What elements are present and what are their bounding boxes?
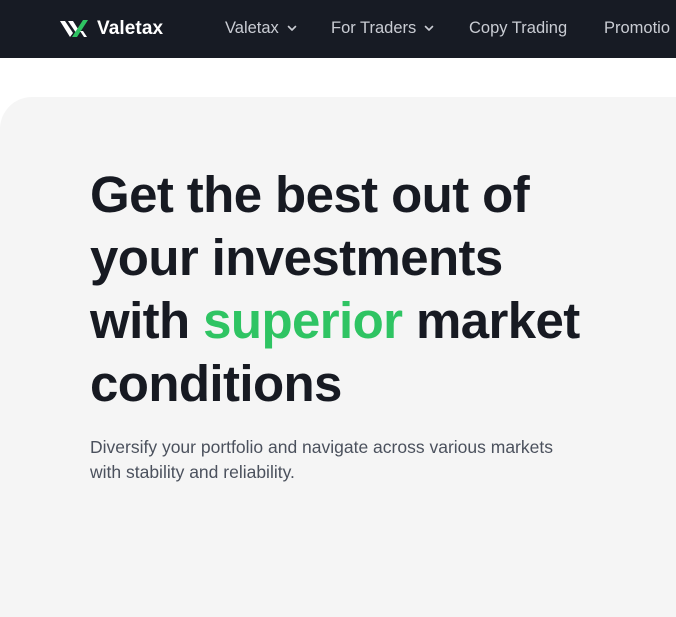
hero-headline: Get the best out of your investments with … [90,163,670,415]
top-navbar: Valetax Valetax For Traders Copy Trading… [0,0,676,58]
headline-line: conditions [90,355,342,412]
hero-subtext: Diversify your portfolio and navigate ac… [90,435,630,485]
valetax-logo-icon [60,20,88,37]
nav-item-promotions[interactable]: Promotio [604,19,670,38]
headline-line: market [402,292,580,349]
brand-logo-link[interactable]: Valetax [60,17,163,41]
headline-accent-word: superior [203,292,403,349]
nav-item-label: For Traders [331,19,417,37]
subtext-line: Diversify your portfolio and navigate ac… [90,437,553,457]
nav-item-copy-trading[interactable]: Copy Trading [469,19,567,38]
chevron-down-icon [287,25,297,31]
nav-item-label: Valetax [225,19,279,37]
chevron-down-icon [424,25,434,31]
nav-item-valetax[interactable]: Valetax [225,19,297,38]
nav-item-label: Promotio [604,19,671,37]
brand-name: Valetax [97,18,164,39]
subtext-line: with stability and reliability. [90,462,295,482]
nav-item-label: Copy Trading [469,19,568,37]
headline-line: with [90,292,204,349]
headline-line: your investments [90,229,503,286]
headline-line: Get the best out of [90,166,530,223]
nav-item-for-traders[interactable]: For Traders [331,19,434,38]
